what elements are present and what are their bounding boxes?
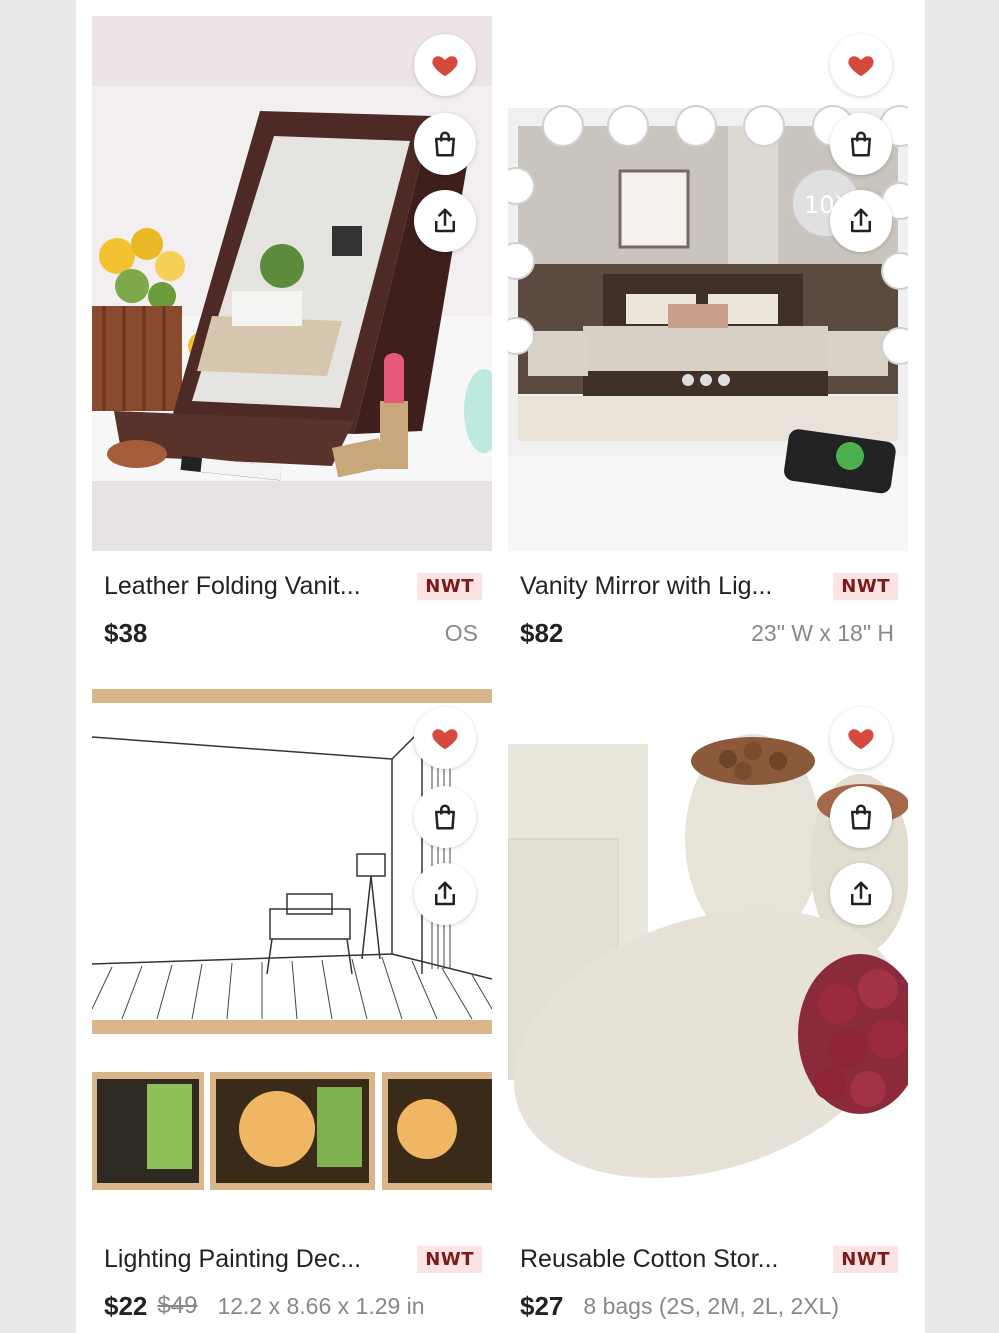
listing-size: 8 bags (2S, 2M, 2L, 2XL) (583, 1292, 840, 1319)
condition-badge: NWT (833, 572, 898, 600)
shopping-bag-icon (851, 804, 871, 830)
share-button[interactable] (830, 190, 892, 252)
listing-title[interactable]: Leather Folding Vanit... (104, 572, 361, 601)
listing-size: 12.2 x 8.66 x 1.29 in (217, 1292, 425, 1319)
add-to-bag-button[interactable] (414, 786, 476, 848)
listing-price: $22 (104, 1290, 148, 1321)
heart-icon (848, 729, 874, 750)
listing-image[interactable] (92, 689, 492, 1224)
heart-icon (848, 56, 874, 77)
listing-card[interactable]: 10X Vanity Mirror with Lig... NWT $82 23… (508, 16, 908, 656)
condition-badge: NWT (417, 572, 482, 600)
condition-badge: NWT (417, 1245, 482, 1273)
shopping-bag-icon (435, 804, 455, 830)
shopping-bag-icon (435, 131, 455, 157)
heart-icon (432, 56, 458, 77)
listing-card[interactable]: Reusable Cotton Stor... NWT $27 8 bags (… (508, 689, 908, 1329)
share-icon (851, 208, 871, 233)
price-row: $82 23" W x 18" H (520, 616, 894, 650)
listing-grid: Leather Folding Vanit... NWT $38 OS 10X … (76, 0, 925, 1333)
share-button[interactable] (414, 863, 476, 925)
title-row: Leather Folding Vanit... NWT (104, 569, 482, 603)
listing-title[interactable]: Reusable Cotton Stor... (520, 1245, 778, 1274)
listing-size: OS (444, 619, 478, 646)
price-row: $22 $49 12.2 x 8.66 x 1.29 in (104, 1289, 478, 1323)
like-button[interactable] (830, 707, 892, 769)
heart-icon (432, 729, 458, 750)
condition-badge: NWT (833, 1245, 898, 1273)
price-row: $38 OS (104, 616, 478, 650)
title-row: Lighting Painting Dec... NWT (104, 1242, 482, 1276)
listing-price: $27 (520, 1290, 564, 1321)
price-row: $27 8 bags (2S, 2M, 2L, 2XL) (520, 1289, 894, 1323)
listing-price: $82 (520, 617, 564, 648)
listing-price: $38 (104, 617, 148, 648)
like-button[interactable] (414, 34, 476, 96)
title-row: Reusable Cotton Stor... NWT (520, 1242, 898, 1276)
add-to-bag-button[interactable] (830, 113, 892, 175)
listing-card[interactable]: Lighting Painting Dec... NWT $22 $49 12.… (92, 689, 492, 1329)
like-button[interactable] (414, 707, 476, 769)
listing-size: 23" W x 18" H (751, 619, 894, 646)
original-price: $49 (157, 1292, 198, 1319)
title-row: Vanity Mirror with Lig... NWT (520, 569, 898, 603)
listing-image[interactable] (92, 16, 492, 551)
share-button[interactable] (414, 190, 476, 252)
share-icon (435, 208, 455, 233)
like-button[interactable] (830, 34, 892, 96)
shopping-bag-icon (851, 131, 871, 157)
listing-card[interactable]: Leather Folding Vanit... NWT $38 OS (92, 16, 492, 656)
listing-title[interactable]: Lighting Painting Dec... (104, 1245, 361, 1274)
add-to-bag-button[interactable] (830, 786, 892, 848)
listing-title[interactable]: Vanity Mirror with Lig... (520, 572, 772, 601)
share-icon (435, 881, 455, 906)
share-button[interactable] (830, 863, 892, 925)
add-to-bag-button[interactable] (414, 113, 476, 175)
share-icon (851, 881, 871, 906)
listing-image[interactable]: 10X (508, 16, 908, 551)
listing-image[interactable] (508, 689, 908, 1224)
